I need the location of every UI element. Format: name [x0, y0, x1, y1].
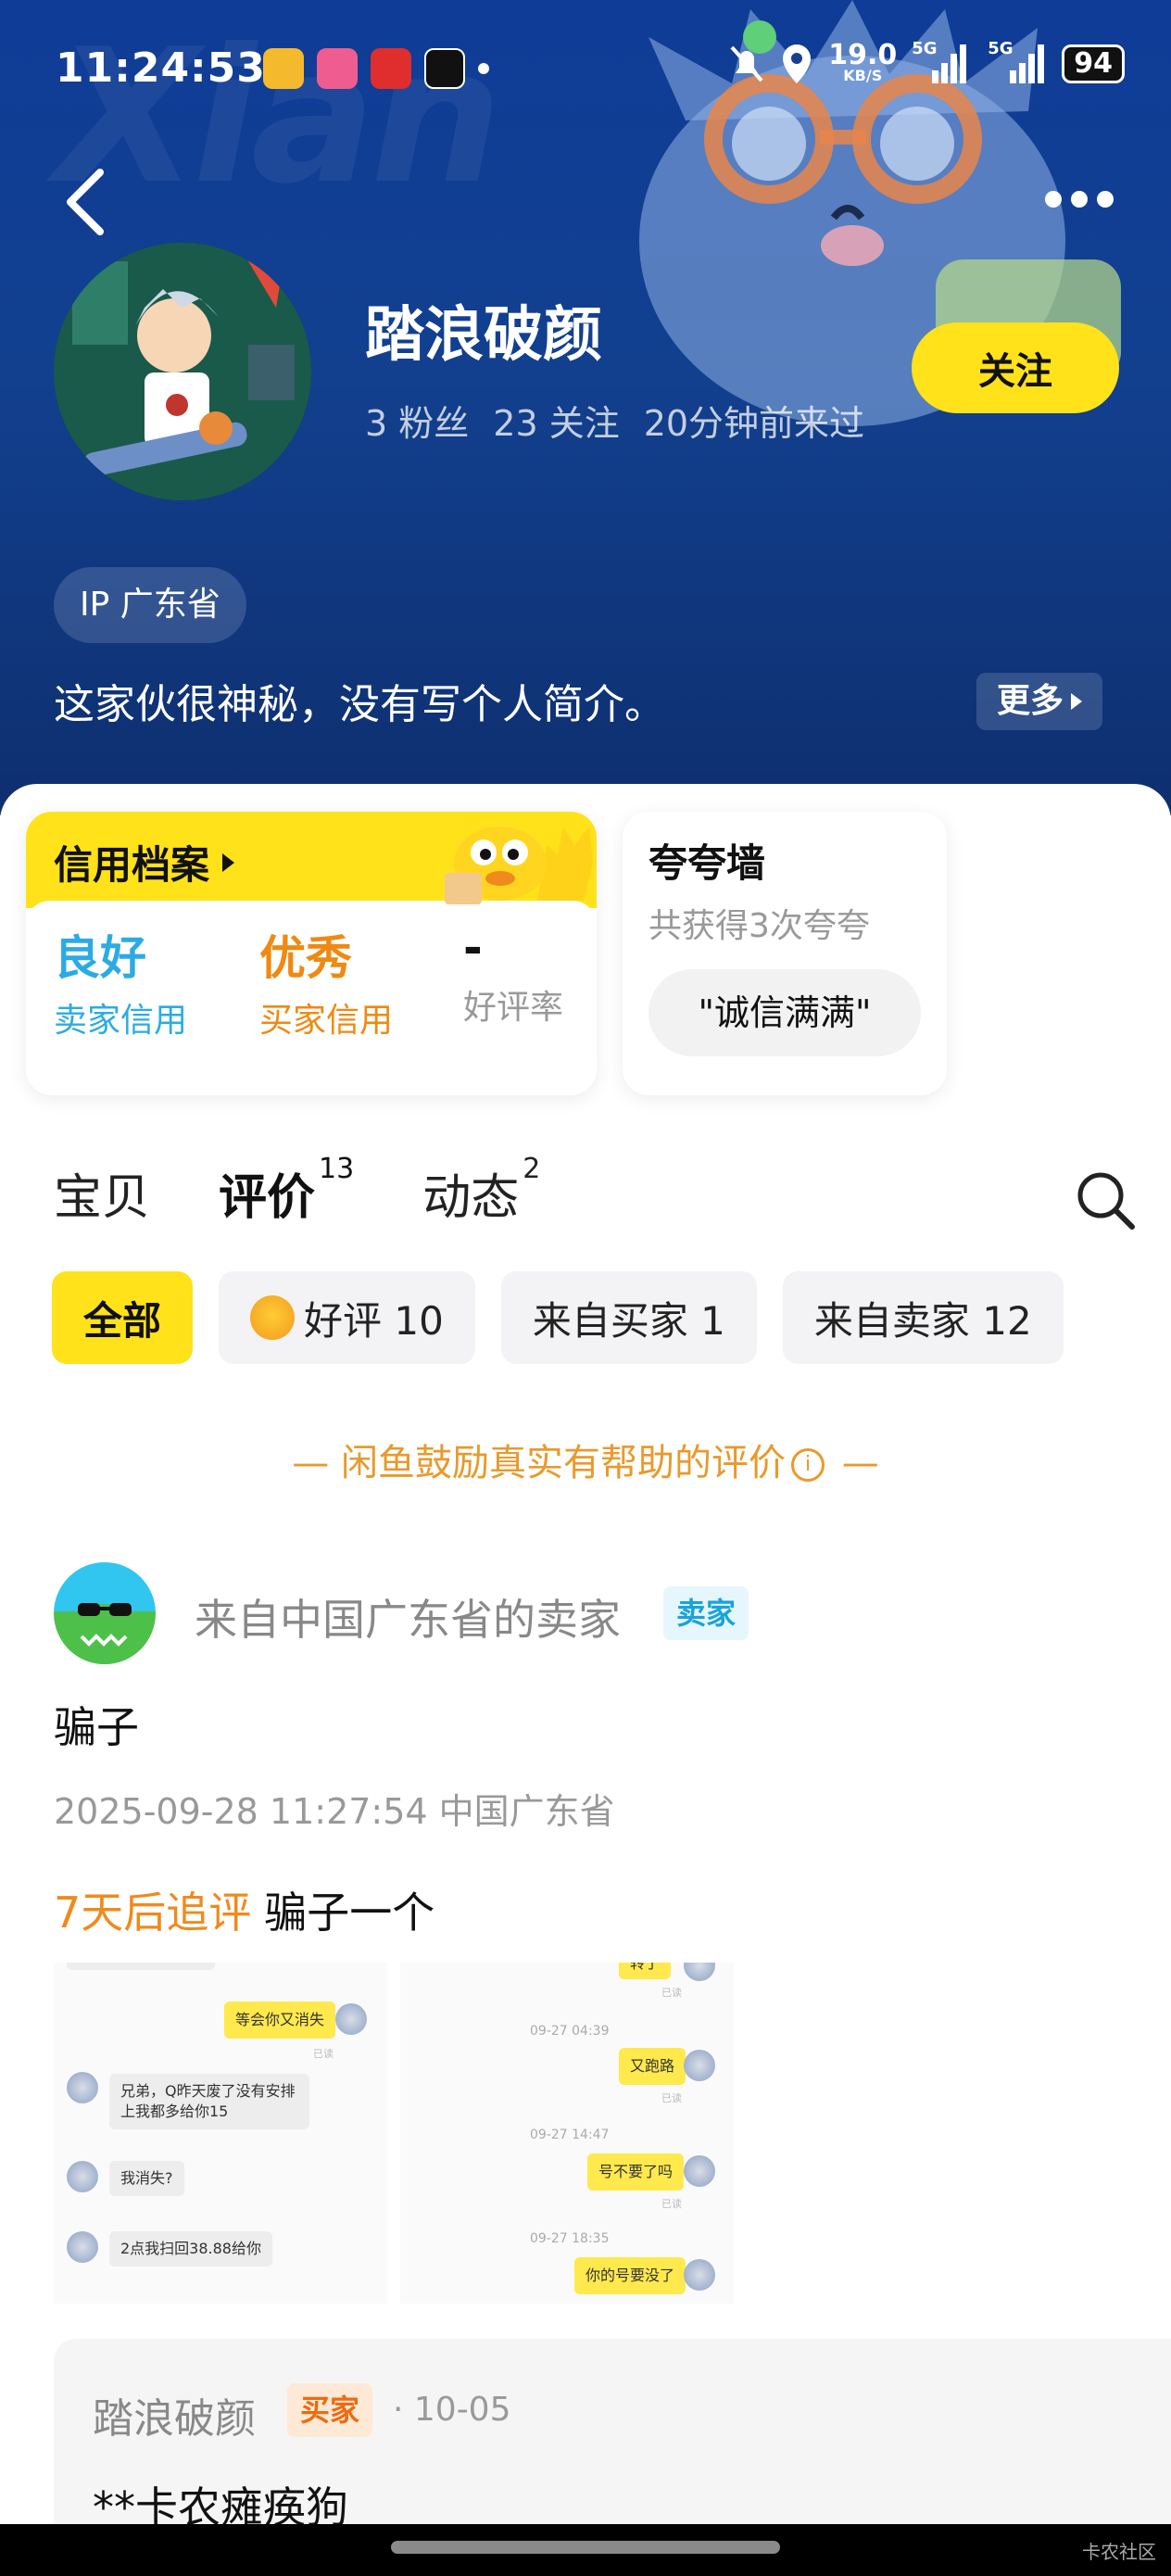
- positive-rate: - 好评率: [463, 921, 564, 1027]
- notification-icons: [263, 48, 489, 89]
- following-count[interactable]: 23 关注: [493, 395, 619, 446]
- profile-header: Xian 11:24:53 19.0 KB/S 5G 5G 94 踏浪破颜 3 …: [0, 0, 1171, 815]
- praise-chip: "诚信满满": [648, 969, 921, 1056]
- heart-app-icon: [371, 48, 411, 89]
- review-notice[interactable]: — 闲鱼鼓励真实有帮助的评价 i —: [0, 1433, 1171, 1486]
- filter-from-buyer[interactable]: 来自买家 1: [500, 1271, 757, 1364]
- search-icon[interactable]: [1075, 1169, 1136, 1231]
- tiktok-icon: [424, 48, 465, 89]
- nickname: 踏浪破颜: [365, 301, 602, 370]
- smile-emoji-icon: [250, 1295, 296, 1340]
- reviewer-avatar[interactable]: [54, 1562, 156, 1664]
- more-options-icon[interactable]: [1045, 185, 1115, 213]
- tab-posts[interactable]: 动态2: [422, 1153, 540, 1228]
- tab-items[interactable]: 宝贝: [54, 1158, 150, 1228]
- review-meta: 2025-09-28 11:27:54 中国广东省: [54, 1791, 615, 1832]
- back-arrow-icon[interactable]: [59, 165, 115, 239]
- buyer-badge: 买家: [287, 2383, 373, 2437]
- weibo-icon: [263, 48, 304, 89]
- buyer-credit: 优秀 买家信用: [259, 931, 394, 1040]
- last-seen: 20分钟前来过: [643, 403, 865, 444]
- signal-2-icon: 5G: [982, 39, 1047, 85]
- status-time: 11:24:53: [56, 44, 266, 92]
- follow-up-tag: 7天后追评: [54, 1888, 252, 1938]
- info-icon[interactable]: i: [791, 1448, 825, 1482]
- review-text: 骗子: [54, 1702, 139, 1752]
- caret-right-icon: [222, 852, 235, 872]
- filter-from-seller[interactable]: 来自卖家 12: [782, 1271, 1064, 1364]
- praise-count: 共获得3次夸夸: [648, 907, 870, 945]
- profile-tabs: 宝贝 评价13 动态2: [54, 1153, 540, 1228]
- home-gesture-handle[interactable]: [391, 2541, 780, 2554]
- avatar[interactable]: [54, 243, 311, 500]
- location-icon: [783, 44, 812, 83]
- credit-mascot-icon: [445, 827, 593, 904]
- caret-right-icon: [1071, 693, 1083, 710]
- credit-title: 信用档案: [54, 834, 235, 890]
- status-right: 19.0 KB/S 5G 5G 94: [728, 39, 1125, 85]
- review-image-1[interactable]: 等会你又消失 已读 兄弟，Q昨天废了没有安排上我都多给你15 我消失? 2点我扫…: [54, 1963, 387, 2304]
- filter-positive[interactable]: 好评 10: [219, 1271, 475, 1364]
- tab-reviews[interactable]: 评价13: [219, 1153, 354, 1228]
- praise-wall-card[interactable]: 夸夸墙 共获得3次夸夸 "诚信满满": [623, 812, 947, 1095]
- follow-button[interactable]: 关注: [912, 322, 1119, 413]
- reviewer-name: 来自中国广东省的卖家: [195, 1595, 621, 1645]
- praise-wall-title: 夸夸墙: [648, 840, 766, 886]
- bio-text: 这家伙很神秘，没有写个人简介。: [54, 681, 665, 728]
- seller-credit: 良好 卖家信用: [54, 931, 188, 1040]
- net-speed: 19.0 KB/S: [828, 39, 898, 84]
- mute-bell-icon: [730, 45, 763, 82]
- pinduoduo-icon: [317, 48, 358, 89]
- seller-badge: 卖家: [663, 1586, 749, 1640]
- reply-author: 踏浪破颜: [93, 2395, 256, 2443]
- bio-more-button[interactable]: 更多: [976, 673, 1103, 730]
- status-bar: 11:24:53 19.0 KB/S 5G 5G 94: [0, 0, 1171, 139]
- review-image-2[interactable]: 转了 已读 09-27 04:39 又跑路 已读 09-27 14:47 号不要…: [400, 1963, 734, 2304]
- filter-all[interactable]: 全部: [52, 1271, 194, 1364]
- follow-up-review: 7天后追评 骗子一个: [54, 1888, 435, 1938]
- ip-location-tag: IP 广东省: [54, 567, 246, 643]
- reply-date: · 10-05: [393, 2391, 511, 2429]
- review-filters: 全部 好评 10 来自买家 1 来自卖家 12: [52, 1271, 1064, 1364]
- profile-stats: 3 粉丝 23 关注 20分钟前来过: [365, 395, 864, 446]
- watermark: 卡农社区: [1082, 2541, 1156, 2563]
- fans-count[interactable]: 3 粉丝: [365, 395, 469, 446]
- more-notifications-dot: [478, 63, 489, 74]
- signal-1-icon: 5G: [912, 39, 967, 85]
- battery-indicator: 94: [1062, 44, 1125, 83]
